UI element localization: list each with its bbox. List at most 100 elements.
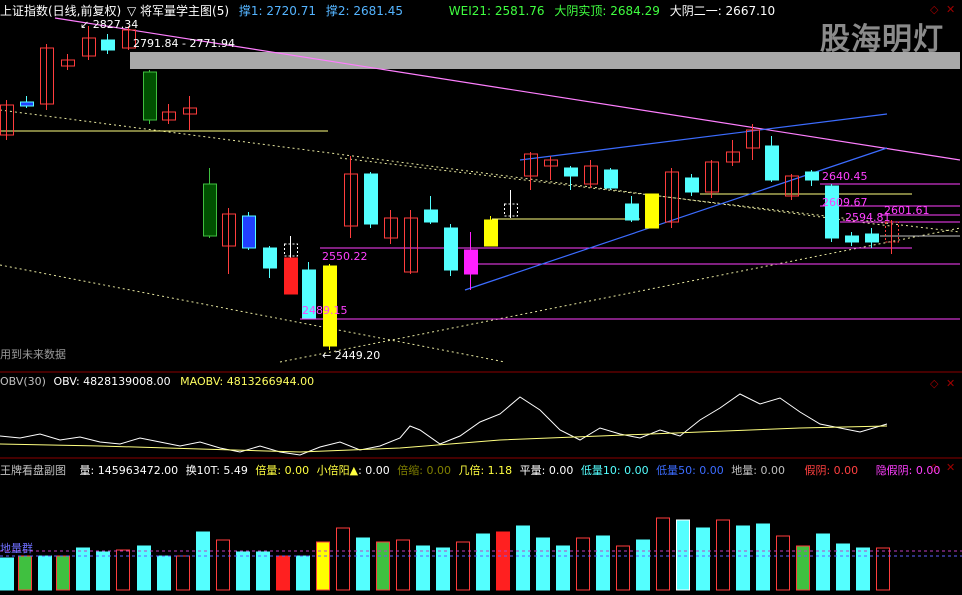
close-icon: ✕ — [946, 461, 955, 474]
volume-bar — [796, 545, 810, 591]
volume-bar — [436, 547, 450, 591]
volume-bar — [38, 555, 52, 591]
huan-value: 换10T: 5.49 — [185, 464, 248, 477]
candle-body — [424, 209, 438, 223]
pingliang-value: 平量: 0.00 — [519, 464, 574, 477]
candlestick-series — [0, 26, 899, 350]
diliang50-value: 低量50: 0.00 — [656, 464, 724, 477]
volume-bar — [816, 533, 830, 591]
volume-bar — [356, 537, 370, 591]
yinjiayin-value: 隐假阴: 0.00 — [875, 464, 941, 477]
candle-body — [284, 257, 298, 295]
volume-bar — [137, 545, 151, 591]
volume-bar — [516, 525, 530, 591]
dotted-trend-lower — [0, 264, 506, 363]
label-2550: 2550.22 — [322, 250, 368, 263]
diliang-value: 地量: 0.00 — [731, 464, 785, 477]
close-icon: ✕ — [946, 377, 955, 390]
volume-bar — [0, 557, 14, 591]
candle-body — [564, 167, 578, 177]
volume-bar — [336, 527, 350, 591]
channel-upper — [519, 113, 888, 161]
candle-body — [685, 177, 699, 193]
volume-bar — [676, 519, 690, 591]
obv-line — [0, 393, 888, 456]
beiliang-value: 倍量: 0.00 — [255, 464, 310, 477]
candle-body — [444, 227, 458, 271]
volume-bar — [296, 555, 310, 591]
volume-bar — [56, 555, 70, 591]
xiaobeiyang-label: 小倍阳 — [316, 464, 350, 477]
jiayin-value: 假阴: 0.00 — [804, 464, 859, 477]
volume-bar — [536, 537, 550, 591]
watermark-logo: 股海明灯 — [820, 22, 944, 57]
candle-body — [143, 71, 157, 121]
label-band: 2791.84 - 2771.94 — [133, 37, 235, 50]
volume-bar — [576, 537, 590, 591]
label-2601: 2601.61 — [884, 204, 930, 217]
volume-bar — [736, 525, 750, 591]
beisuo-value: 倍缩: 0.00 — [397, 464, 451, 477]
label-2489: 2489.15 — [302, 304, 348, 317]
main-chart-header: 上证指数(日线,前复权) ▽ 将军量学主图(5) 撑1: 2720.71 撑2:… — [0, 2, 775, 19]
pane-controls-obv[interactable]: ◇ ✕ — [930, 377, 955, 390]
volume-bar — [396, 539, 410, 591]
obv-indicator-name[interactable]: OBV(30) — [0, 375, 46, 388]
candle-body — [645, 193, 659, 229]
volume-bar — [476, 533, 490, 591]
liang-value: 量: 145963472.00 — [79, 464, 179, 477]
volume-bar — [456, 541, 470, 591]
candle-body — [364, 173, 378, 225]
label-2609: 2609.67 — [822, 196, 868, 209]
candle-body — [20, 101, 34, 107]
volume-bar — [276, 555, 290, 591]
symbol-title: 上证指数(日线,前复权) — [0, 4, 122, 18]
volume-bar — [856, 547, 870, 591]
obv-header: OBV(30) OBV: 4828139008.00 MAOBV: 481326… — [0, 375, 314, 388]
candle-body — [242, 215, 256, 249]
volume-bar — [776, 535, 790, 591]
candle-body — [203, 183, 217, 237]
dotted-trend-upper — [0, 109, 891, 227]
candle-body — [484, 219, 498, 247]
label-low: ← 2449.20 — [322, 349, 381, 362]
candle-body — [765, 145, 779, 181]
volume-indicator-name[interactable]: 王牌看盘副图 — [0, 464, 66, 477]
volume-bar — [216, 539, 230, 591]
triangle-icon: ▲ — [349, 464, 359, 477]
wei21-value: WEI21: 2581.76 — [448, 4, 545, 18]
volume-bar — [18, 555, 32, 591]
volume-bars — [0, 517, 890, 591]
volume-bar — [636, 539, 650, 591]
indicator-name[interactable]: ▽ 将军量学主图(5) — [127, 4, 229, 18]
candle-body — [845, 235, 859, 243]
candle-body — [464, 249, 478, 275]
volume-bar — [656, 517, 670, 591]
candle-body — [101, 39, 115, 51]
volume-bar — [256, 551, 270, 591]
candle-body — [865, 233, 879, 243]
future-data-note: 用到未来数据 — [0, 348, 66, 361]
volume-bar — [316, 541, 330, 591]
diliang-group-label: 地量群 — [0, 542, 33, 555]
volume-bar — [157, 555, 171, 591]
candle-body — [625, 203, 639, 221]
volume-bar — [376, 541, 390, 591]
candle-body — [263, 247, 277, 269]
volume-bar — [76, 547, 90, 591]
volume-bar — [696, 527, 710, 591]
maobv-value: MAOBV: 4813266944.00 — [180, 375, 315, 388]
volume-bar — [596, 535, 610, 591]
support2-value: 撑2: 2681.45 — [325, 4, 403, 18]
label-high: ↙ 2827.34 — [80, 18, 139, 31]
volume-bar — [416, 545, 430, 591]
volume-bar — [196, 531, 210, 591]
candle-body — [805, 171, 819, 181]
close-icon: ✕ — [946, 3, 955, 16]
chart-canvas: ◇ ✕ ◇ ✕ ◇ ✕ — [0, 3, 962, 591]
xiaobeiyang-value: : 0.00 — [358, 464, 390, 477]
volume-bar — [616, 545, 630, 591]
candle-body — [604, 169, 618, 189]
dayin-erer-value: 大阴二一: 2667.10 — [669, 4, 776, 18]
volume-header: 王牌看盘副图 量: 145963472.00 换10T: 5.49 倍量: 0.… — [0, 462, 940, 478]
